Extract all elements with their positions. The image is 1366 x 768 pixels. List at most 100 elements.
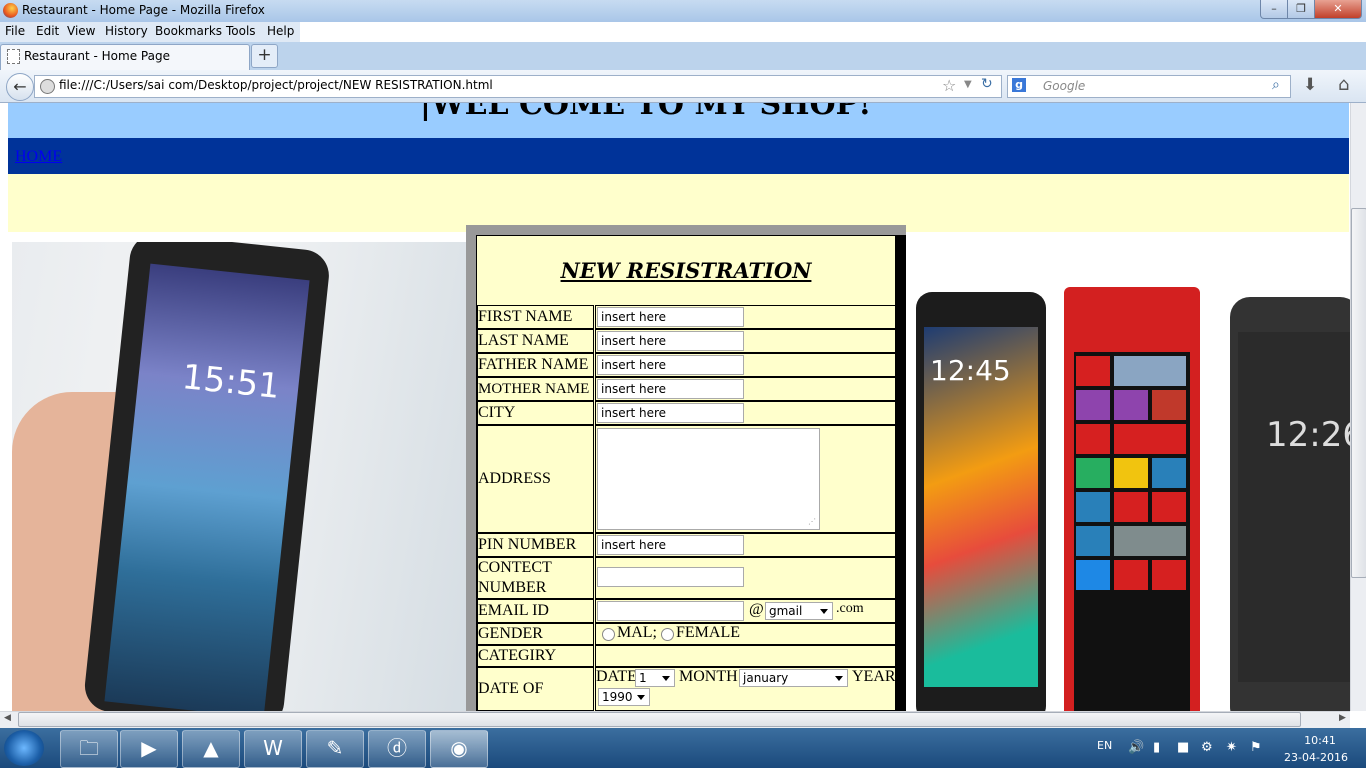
reload-icon[interactable]: ↻ bbox=[981, 76, 993, 92]
nokia-screen bbox=[1074, 352, 1190, 711]
home-link[interactable]: HOME bbox=[15, 148, 62, 166]
address-label: ADDRESS bbox=[477, 425, 594, 533]
mother-name-input[interactable]: insert here bbox=[597, 379, 744, 399]
email-label: EMAIL ID bbox=[477, 599, 594, 623]
gender-male-label: MAL; bbox=[617, 624, 657, 641]
language-indicator[interactable]: EN bbox=[1097, 739, 1112, 752]
email-input[interactable] bbox=[597, 601, 744, 621]
dreamweaver-taskbar-icon[interactable]: ⓓ bbox=[368, 730, 426, 768]
tile bbox=[1114, 560, 1148, 590]
hand-phone-image: 15:51 bbox=[12, 242, 466, 711]
page-nav-strip bbox=[8, 138, 1349, 174]
window-title: Restaurant - Home Page - Mozilla Firefox bbox=[22, 3, 265, 17]
clock-date[interactable]: 23-04-2016 bbox=[1280, 751, 1352, 764]
dob-month-label: MONTH bbox=[679, 668, 738, 685]
search-icon[interactable]: ⌕ bbox=[1272, 77, 1280, 93]
tile bbox=[1152, 390, 1186, 420]
url-text[interactable]: file:///C:/Users/sai com/Desktop/project… bbox=[59, 78, 493, 92]
third-phone-screen bbox=[1238, 332, 1350, 682]
new-tab-button[interactable]: + bbox=[251, 44, 278, 68]
dob-month-select[interactable]: january bbox=[739, 669, 848, 687]
email-domain-select[interactable]: gmail bbox=[765, 602, 833, 620]
page-header-title: |WEL COME TO MY SHOP! bbox=[420, 103, 872, 122]
email-suffix: .com bbox=[836, 601, 864, 616]
home-icon[interactable]: ⌂ bbox=[1338, 74, 1349, 95]
contact-number-label: CONTECT NUMBER bbox=[477, 557, 594, 599]
menu-history[interactable]: History bbox=[105, 24, 148, 38]
download-icon[interactable]: ⬇ bbox=[1303, 75, 1317, 95]
menu-help[interactable]: Help bbox=[267, 24, 294, 38]
date-of-birth-label: DATE OF BRITH bbox=[477, 667, 594, 711]
address-textarea[interactable] bbox=[597, 428, 820, 530]
clock-time[interactable]: 10:41 bbox=[1290, 734, 1350, 747]
google-icon[interactable]: g bbox=[1012, 78, 1026, 92]
last-name-input[interactable]: insert here bbox=[597, 331, 744, 351]
dob-date-select[interactable]: 1 bbox=[635, 669, 675, 687]
start-button[interactable] bbox=[4, 730, 44, 766]
gender-female-label: FEMALE bbox=[676, 624, 740, 641]
close-button[interactable]: ✕ bbox=[1314, 0, 1362, 19]
explorer-taskbar-icon[interactable]: 🗀 bbox=[60, 730, 118, 768]
category-label: CATEGIRY bbox=[477, 645, 594, 667]
tile bbox=[1152, 458, 1186, 488]
gender-male-radio[interactable] bbox=[602, 628, 615, 641]
menu-view[interactable]: View bbox=[67, 24, 95, 38]
battery-icon[interactable]: ▮ bbox=[1153, 740, 1160, 755]
samsung-clock: 12:45 bbox=[930, 354, 1011, 387]
paint-taskbar-icon[interactable]: ✎ bbox=[306, 730, 364, 768]
form-title: NEW RESISTRATION bbox=[560, 258, 812, 283]
maximize-button[interactable]: ❐ bbox=[1287, 0, 1315, 19]
search-placeholder[interactable]: Google bbox=[1043, 79, 1085, 93]
resize-grip-icon[interactable]: ⋰ bbox=[808, 517, 816, 526]
bookmark-star-icon[interactable]: ☆ bbox=[942, 76, 956, 95]
tile bbox=[1114, 356, 1186, 386]
minimize-button[interactable]: – bbox=[1260, 0, 1288, 19]
pin-number-input[interactable]: insert here bbox=[597, 535, 744, 555]
gender-label: GENDER bbox=[477, 623, 594, 645]
tile bbox=[1152, 560, 1186, 590]
tile bbox=[1114, 458, 1148, 488]
back-button[interactable]: ← bbox=[6, 73, 34, 101]
phones-image: 12:45 12:26 bbox=[906, 232, 1350, 711]
volume-icon[interactable]: 🔊 bbox=[1128, 740, 1144, 755]
tab-label: Restaurant - Home Page bbox=[24, 49, 170, 63]
last-name-label: LAST NAME bbox=[477, 329, 594, 353]
tile bbox=[1076, 526, 1110, 556]
city-label: CITY bbox=[477, 401, 594, 425]
menu-bookmarks[interactable]: Bookmarks bbox=[155, 24, 222, 38]
vertical-scroll-thumb[interactable] bbox=[1351, 208, 1366, 578]
first-name-input[interactable]: insert here bbox=[597, 307, 744, 327]
tile bbox=[1076, 492, 1110, 522]
scroll-right-icon[interactable]: ▶ bbox=[1339, 713, 1346, 723]
tile bbox=[1076, 458, 1110, 488]
notification-icon[interactable]: ✷ bbox=[1226, 740, 1237, 755]
url-dropdown-icon[interactable]: ▼ bbox=[964, 79, 972, 90]
tile bbox=[1152, 492, 1186, 522]
scroll-left-icon[interactable]: ◀ bbox=[4, 713, 11, 723]
tile bbox=[1076, 560, 1110, 590]
globe-icon bbox=[40, 79, 55, 94]
father-name-input[interactable]: insert here bbox=[597, 355, 744, 375]
network-icon[interactable]: ⚙ bbox=[1201, 740, 1213, 755]
word-taskbar-icon[interactable]: W bbox=[244, 730, 302, 768]
media-player-taskbar-icon[interactable]: ▶ bbox=[120, 730, 178, 768]
menu-file[interactable]: File bbox=[5, 24, 25, 38]
third-phone-clock: 12:26 bbox=[1266, 415, 1350, 455]
dob-year-select[interactable]: 1990 bbox=[598, 688, 650, 706]
antivirus-icon[interactable]: ■ bbox=[1177, 740, 1189, 755]
tile bbox=[1076, 390, 1110, 420]
horizontal-scroll-thumb[interactable] bbox=[18, 712, 1301, 727]
banner-strip bbox=[8, 174, 1349, 232]
gender-female-radio[interactable] bbox=[661, 628, 674, 641]
action-center-flag-icon[interactable]: ⚑ bbox=[1250, 740, 1262, 755]
contact-number-input[interactable] bbox=[597, 567, 744, 587]
menu-edit[interactable]: Edit bbox=[36, 24, 59, 38]
menu-tools[interactable]: Tools bbox=[226, 24, 256, 38]
tile bbox=[1114, 390, 1148, 420]
vlc-taskbar-icon[interactable]: ▲ bbox=[182, 730, 240, 768]
firefox-taskbar-icon[interactable]: ◉ bbox=[430, 730, 488, 768]
tile bbox=[1076, 356, 1110, 386]
city-input[interactable]: insert here bbox=[597, 403, 744, 423]
category-cell bbox=[595, 645, 896, 667]
firefox-icon bbox=[3, 3, 18, 18]
